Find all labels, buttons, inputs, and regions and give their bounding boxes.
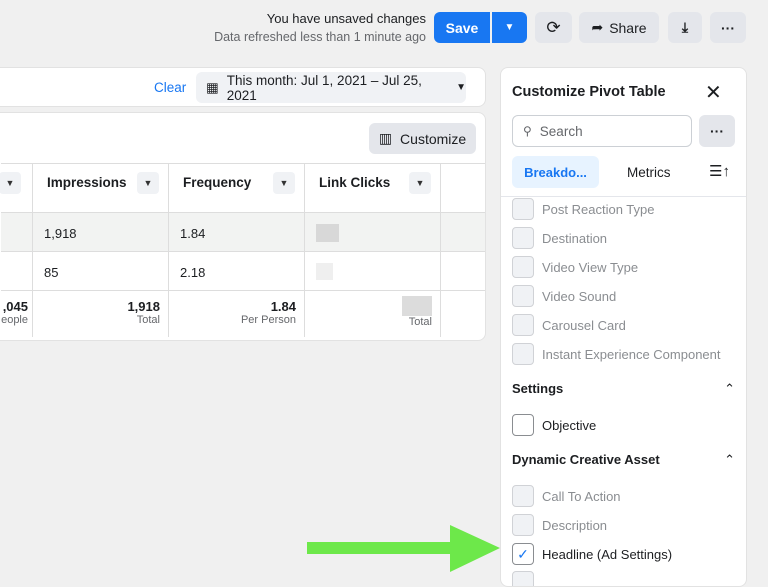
- save-button[interactable]: Save: [434, 12, 490, 43]
- sort-icon[interactable]: ☰↑: [709, 162, 730, 180]
- checkbox[interactable]: [512, 227, 534, 249]
- table-row: 1,918 1.84: [1, 213, 485, 252]
- column-menu-button[interactable]: ▼: [0, 172, 21, 194]
- list-item[interactable]: [512, 571, 542, 586]
- checkbox[interactable]: [512, 285, 534, 307]
- total-cell: ,045 eople: [1, 291, 33, 337]
- settings-section-header[interactable]: Settings ⌃: [512, 381, 735, 397]
- calendar-icon: ▦: [206, 79, 219, 95]
- cell: 85: [33, 252, 169, 290]
- pivot-table-card: ▥ Customize ▼ Impressions ▼ Frequency ▼ Lin…: [0, 112, 486, 341]
- list-item[interactable]: Video View Type: [512, 256, 638, 278]
- header-row: ▼ Impressions ▼ Frequency ▼ Link Clicks ▼: [0, 163, 485, 214]
- column-header-link-clicks: Link Clicks ▼: [305, 164, 441, 214]
- caret-down-icon: ▼: [504, 22, 515, 33]
- list-item[interactable]: Destination: [512, 227, 607, 249]
- column-header-frequency: Frequency ▼: [169, 164, 305, 214]
- more-icon: ···: [721, 19, 735, 36]
- tab-breakdowns[interactable]: Breakdo...: [512, 156, 599, 188]
- table-row: 85 2.18: [1, 252, 485, 291]
- download-icon: ⤓: [681, 19, 689, 35]
- refresh-button[interactable]: ⟳: [535, 12, 572, 43]
- share-label: Share: [609, 19, 647, 36]
- tab-metrics[interactable]: Metrics: [627, 165, 671, 180]
- redacted-value: [316, 263, 333, 280]
- cell: [1, 213, 33, 251]
- cell: [1, 252, 33, 290]
- refreshed-text: Data refreshed less than 1 minute ago: [214, 30, 426, 44]
- cell: 1,918: [33, 213, 169, 251]
- columns-icon: ▥: [378, 130, 393, 146]
- checkbox[interactable]: [512, 514, 534, 536]
- date-range-picker[interactable]: ▦ This month: Jul 1, 2021 – Jul 25, 2021…: [196, 72, 466, 103]
- download-button[interactable]: ⤓: [668, 12, 702, 43]
- list-item[interactable]: Carousel Card: [512, 314, 626, 336]
- checkbox[interactable]: [512, 485, 534, 507]
- checkbox[interactable]: [512, 198, 534, 220]
- search-input[interactable]: ⚲ Search: [512, 115, 692, 147]
- list-item[interactable]: Instant Experience Component: [512, 343, 721, 365]
- customize-label: Customize: [400, 130, 467, 147]
- checkbox[interactable]: [512, 571, 534, 586]
- column-header-hidden: ▼: [0, 164, 33, 214]
- customize-pivot-panel: Customize Pivot Table ✕ ⚲ Search ··· Brea…: [500, 67, 747, 587]
- checkbox[interactable]: [512, 314, 534, 336]
- share-button[interactable]: ➦ Share: [579, 12, 659, 43]
- clear-link[interactable]: Clear: [154, 80, 186, 95]
- panel-title: Customize Pivot Table: [512, 84, 666, 100]
- filter-bar: Clear ▦ This month: Jul 1, 2021 – Jul 25…: [0, 67, 486, 107]
- table: ▼ Impressions ▼ Frequency ▼ Link Clicks ▼ 1…: [0, 163, 485, 340]
- dca-section-header[interactable]: Dynamic Creative Asset ⌃: [512, 452, 735, 468]
- list-item[interactable]: Objective: [512, 414, 596, 436]
- list-item[interactable]: ✓ Headline (Ad Settings): [512, 543, 672, 565]
- save-options-button[interactable]: ▼: [492, 12, 527, 43]
- redacted-value: [316, 224, 339, 242]
- list-item[interactable]: Video Sound: [512, 285, 616, 307]
- column-menu-button[interactable]: ▼: [409, 172, 431, 194]
- list-item[interactable]: Post Reaction Type: [512, 198, 655, 220]
- totals-row: ,045 eople 1,918 Total 1.84 Per Person Tota…: [1, 291, 485, 337]
- share-icon: ➦: [591, 19, 604, 35]
- total-cell: Total: [305, 291, 441, 337]
- customize-button[interactable]: ▥ Customize: [369, 123, 476, 154]
- checkbox-checked[interactable]: ✓: [512, 543, 534, 565]
- refresh-icon: ⟳: [546, 17, 561, 37]
- cell: [305, 213, 441, 251]
- cell: [305, 252, 441, 290]
- green-arrow-annotation: [307, 525, 500, 572]
- checkbox[interactable]: [512, 256, 534, 278]
- checkbox[interactable]: [512, 343, 534, 365]
- column-menu-button[interactable]: ▼: [137, 172, 159, 194]
- chevron-up-icon: ⌃: [724, 381, 735, 396]
- list-item[interactable]: Description: [512, 514, 607, 536]
- cell: 2.18: [169, 252, 305, 290]
- date-range-label: This month: Jul 1, 2021 – Jul 25, 2021: [226, 72, 422, 103]
- chevron-up-icon: ⌃: [724, 452, 735, 467]
- total-cell: 1,918 Total: [33, 291, 169, 337]
- panel-more-button[interactable]: ···: [699, 115, 735, 147]
- search-icon: ⚲: [523, 124, 532, 138]
- redacted-value: [402, 296, 432, 316]
- column-header-impressions: Impressions ▼: [33, 164, 169, 214]
- checkbox[interactable]: [512, 414, 534, 436]
- list-item[interactable]: Call To Action: [512, 485, 621, 507]
- divider: [501, 196, 746, 197]
- cell: 1.84: [169, 213, 305, 251]
- more-button[interactable]: ···: [710, 12, 746, 43]
- column-menu-button[interactable]: ▼: [273, 172, 295, 194]
- unsaved-text: You have unsaved changes: [266, 11, 426, 26]
- close-icon[interactable]: ✕: [705, 80, 722, 105]
- caret-down-icon: ▼: [456, 82, 466, 93]
- total-cell: 1.84 Per Person: [169, 291, 305, 337]
